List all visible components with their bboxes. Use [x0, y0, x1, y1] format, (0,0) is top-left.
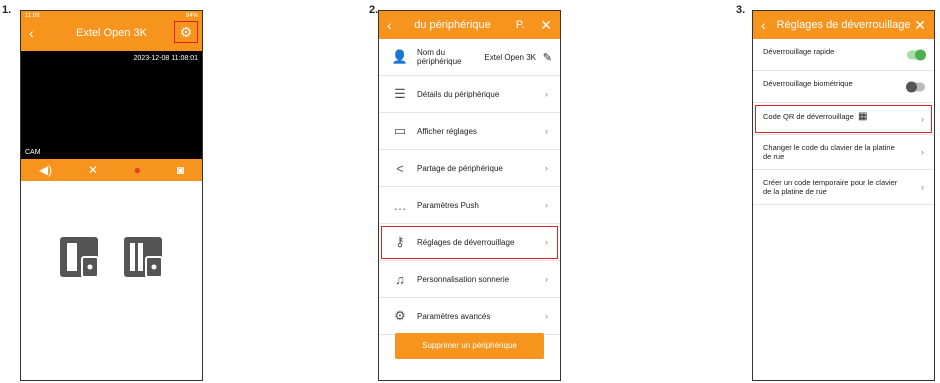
app-header: ‹ du périphérique P. ✕	[379, 11, 560, 39]
device-name-row[interactable]: 👤 Nom du périphérique Extel Open 3K ✎	[379, 39, 560, 76]
key-icon: ⚷	[395, 234, 405, 249]
menu-item-ringtone[interactable]: ♫ Personnalisation sonnerie ›	[379, 261, 560, 298]
biometric-unlock-toggle[interactable]	[906, 81, 925, 92]
page-title-text: du périphérique	[414, 19, 491, 31]
menu-item-display-settings[interactable]: ▭ Afficher réglages ›	[379, 113, 560, 150]
biometric-unlock-label: Déverrouillage biométrique	[763, 79, 853, 88]
chevron-right-icon: ›	[545, 274, 548, 284]
temporary-code-label: Créer un code temporaire pour le clavier…	[763, 178, 898, 196]
delete-device-button[interactable]: Supprimer un périphérique	[395, 333, 544, 359]
chevron-right-icon: ›	[545, 163, 548, 173]
menu-item-device-details[interactable]: ☰ Détails du périphérique ›	[379, 76, 560, 113]
unlock-door-1-icon[interactable]	[58, 233, 102, 281]
menu-item-device-sharing[interactable]: < Partage de périphérique ›	[379, 150, 560, 187]
chevron-right-icon: ›	[545, 311, 548, 321]
menu-item-label: Partage de périphérique	[417, 163, 503, 173]
quick-unlock-row: Déverrouillage rapide	[753, 39, 934, 71]
quick-unlock-toggle[interactable]	[907, 49, 926, 60]
phone-screen-unlock-settings: ‹ Réglages de déverrouillage ✕ Déverroui…	[752, 10, 935, 381]
phone-screen-live-view: 11:08 84% ‹ Extel Open 3K ⚙ 2023-12-08 1…	[20, 10, 203, 381]
qr-code-icon: ▦	[857, 111, 868, 122]
user-icon: 👤	[391, 49, 409, 64]
mic-muted-icon[interactable]: ✕	[88, 163, 98, 177]
device-name-label: Nom du périphérique	[417, 48, 462, 66]
close-icon[interactable]: ✕	[914, 11, 926, 39]
chat-icon: …	[393, 197, 407, 213]
chevron-right-icon: ›	[921, 182, 924, 192]
live-video[interactable]: 2023-12-08 11:08:01 CAM	[21, 51, 202, 159]
menu-item-label: Paramètres Push	[417, 200, 479, 210]
chevron-right-icon: ›	[545, 126, 548, 136]
menu-item-label: Personnalisation sonnerie	[417, 274, 510, 284]
phone-screen-device-settings: ‹ du périphérique P. ✕ 👤 Nom du périphér…	[378, 10, 561, 381]
menu-item-push-settings[interactable]: … Paramètres Push ›	[379, 187, 560, 224]
page-title-overflow: P.	[515, 19, 525, 31]
qr-unlock-label: Code QR de déverrouillage	[763, 112, 854, 121]
speaker-icon[interactable]: ◀)	[39, 163, 52, 177]
change-keypad-code-row[interactable]: Changer le code du clavier de la platine…	[753, 135, 934, 170]
biometric-unlock-row: Déverrouillage biométrique	[753, 71, 934, 103]
settings-gear-icon[interactable]: ⚙	[174, 21, 198, 43]
chevron-right-icon: ›	[921, 113, 924, 124]
music-icon: ♫	[395, 271, 405, 287]
app-header: 11:08 84% ‹ Extel Open 3K ⚙	[21, 11, 202, 51]
app-header: ‹ Réglages de déverrouillage ✕	[753, 11, 934, 39]
close-icon[interactable]: ✕	[540, 11, 552, 39]
chevron-right-icon: ›	[545, 89, 548, 99]
unlock-buttons	[21, 233, 202, 281]
menu-item-advanced-settings[interactable]: ⚙ Paramètres avancés ›	[379, 298, 560, 335]
laptop-icon: ▭	[393, 123, 407, 138]
step-number-3: 3.	[736, 4, 746, 16]
page-title: Réglages de déverrouillage	[776, 19, 911, 31]
step-number-1: 1.	[2, 4, 12, 16]
quick-unlock-label: Déverrouillage rapide	[763, 47, 835, 56]
temporary-code-row[interactable]: Créer un code temporaire pour le clavier…	[753, 170, 934, 205]
step-number-2: 2.	[369, 4, 379, 16]
menu-item-label: Paramètres avancés	[417, 311, 491, 321]
device-name-value: Extel Open 3K	[484, 52, 536, 62]
share-icon: <	[396, 160, 404, 176]
change-keypad-code-label: Changer le code du clavier de la platine…	[763, 143, 895, 161]
call-controls: ◀) ✕ ● ◙	[21, 159, 202, 181]
video-timestamp: 2023-12-08 11:08:01	[133, 55, 198, 62]
menu-item-label: Afficher réglages	[417, 126, 477, 136]
menu-item-label: Détails du périphérique	[417, 89, 500, 99]
chevron-right-icon: ›	[545, 237, 548, 247]
gear-icon: ⚙	[394, 308, 406, 323]
qr-unlock-row[interactable]: Code QR de déverrouillage ▦ ›	[753, 103, 934, 135]
unlock-door-2-icon[interactable]	[122, 233, 166, 281]
chevron-right-icon: ›	[545, 200, 548, 210]
menu-item-unlock-settings[interactable]: ⚷ Réglages de déverrouillage ›	[379, 224, 560, 261]
edit-icon[interactable]: ✎	[543, 51, 552, 64]
record-icon[interactable]: ●	[134, 163, 141, 177]
list-icon: ☰	[394, 86, 406, 101]
page-title: du périphérique P.	[379, 11, 560, 39]
menu-item-label: Réglages de déverrouillage	[417, 237, 515, 247]
camera-icon[interactable]: ◙	[177, 163, 184, 177]
camera-label: CAM	[25, 149, 41, 156]
chevron-right-icon: ›	[921, 147, 924, 157]
